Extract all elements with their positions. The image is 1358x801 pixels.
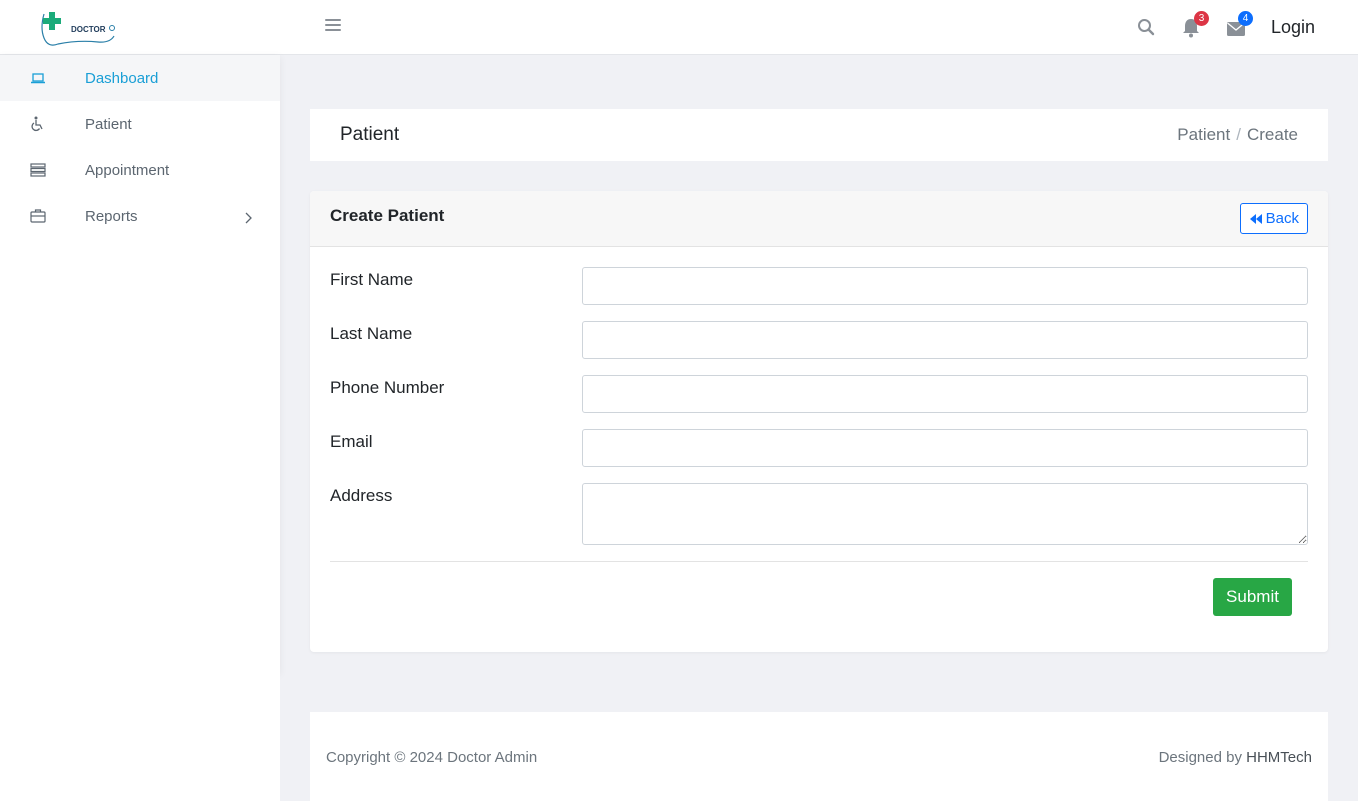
sidebar-item-patient[interactable]: Patient bbox=[0, 101, 280, 147]
messages-envelope-icon[interactable]: 4 bbox=[1226, 11, 1253, 38]
first-name-label: First Name bbox=[330, 270, 414, 289]
card-header: Create Patient Back bbox=[310, 191, 1328, 247]
login-link[interactable]: Login bbox=[1271, 17, 1315, 38]
sidebar-item-label: Reports bbox=[85, 207, 138, 225]
notifications-count-badge: 3 bbox=[1194, 11, 1209, 26]
footer-designed-by: Designed by bbox=[1158, 749, 1242, 766]
chevron-right-icon bbox=[243, 211, 253, 224]
sidebar-item-label: Patient bbox=[85, 115, 132, 133]
sidebar-item-dashboard[interactable]: Dashboard bbox=[0, 55, 280, 101]
page-header: Patient Patient / Create bbox=[310, 109, 1328, 161]
breadcrumb: Patient / Create bbox=[1177, 125, 1298, 145]
last-name-input[interactable] bbox=[582, 321, 1308, 359]
back-button-label: Back bbox=[1265, 210, 1299, 227]
footer-credit: Designed by HHMTech bbox=[1159, 749, 1312, 766]
email-label: Email bbox=[330, 432, 373, 451]
email-input[interactable] bbox=[582, 429, 1308, 467]
menu-toggle-icon[interactable] bbox=[325, 19, 341, 35]
wheelchair-icon bbox=[30, 116, 46, 132]
phone-number-label: Phone Number bbox=[330, 378, 445, 397]
server-icon bbox=[30, 162, 46, 178]
breadcrumb-item-create: Create bbox=[1246, 125, 1298, 144]
card-title: Create Patient bbox=[330, 206, 445, 225]
search-icon[interactable] bbox=[1137, 18, 1157, 38]
address-textarea[interactable] bbox=[582, 483, 1308, 545]
phone-number-input[interactable] bbox=[582, 375, 1308, 413]
logo-text: DOCTOR bbox=[71, 25, 106, 34]
laptop-icon bbox=[30, 70, 46, 86]
form-divider bbox=[330, 561, 1308, 562]
top-header: DOCTOR 3 4 Login bbox=[0, 0, 1358, 55]
sidebar-item-label: Dashboard bbox=[85, 69, 159, 87]
sidebar-background bbox=[0, 673, 280, 801]
footer: Copyright © 2024 Doctor Admin Designed b… bbox=[310, 712, 1328, 801]
breadcrumb-item-patient[interactable]: Patient bbox=[1177, 125, 1230, 144]
footer-copyright: Copyright © 2024 Doctor Admin bbox=[326, 749, 538, 766]
sidebar-item-appointment[interactable]: Appointment bbox=[0, 147, 280, 193]
page-title: Patient bbox=[340, 124, 400, 145]
first-name-input[interactable] bbox=[582, 267, 1308, 305]
create-patient-card: Create Patient Back First Name Last Name… bbox=[310, 191, 1328, 652]
footer-brand-link[interactable]: HHMTech bbox=[1246, 749, 1312, 766]
sidebar-item-reports[interactable]: Reports bbox=[0, 193, 280, 239]
last-name-label: Last Name bbox=[330, 324, 413, 343]
double-chevron-left-icon bbox=[1249, 213, 1262, 224]
breadcrumb-separator: / bbox=[1236, 125, 1241, 144]
notifications-bell-icon[interactable]: 3 bbox=[1182, 11, 1209, 38]
address-label: Address bbox=[330, 486, 393, 505]
messages-count-badge: 4 bbox=[1238, 11, 1253, 26]
briefcase-icon bbox=[30, 208, 46, 224]
submit-button[interactable]: Submit bbox=[1213, 578, 1292, 616]
sidebar-item-label: Appointment bbox=[85, 161, 170, 179]
back-button[interactable]: Back bbox=[1239, 203, 1308, 234]
doctor-logo[interactable]: DOCTOR bbox=[38, 8, 118, 48]
sidebar: Dashboard Patient Appointment Reports bbox=[0, 55, 280, 673]
